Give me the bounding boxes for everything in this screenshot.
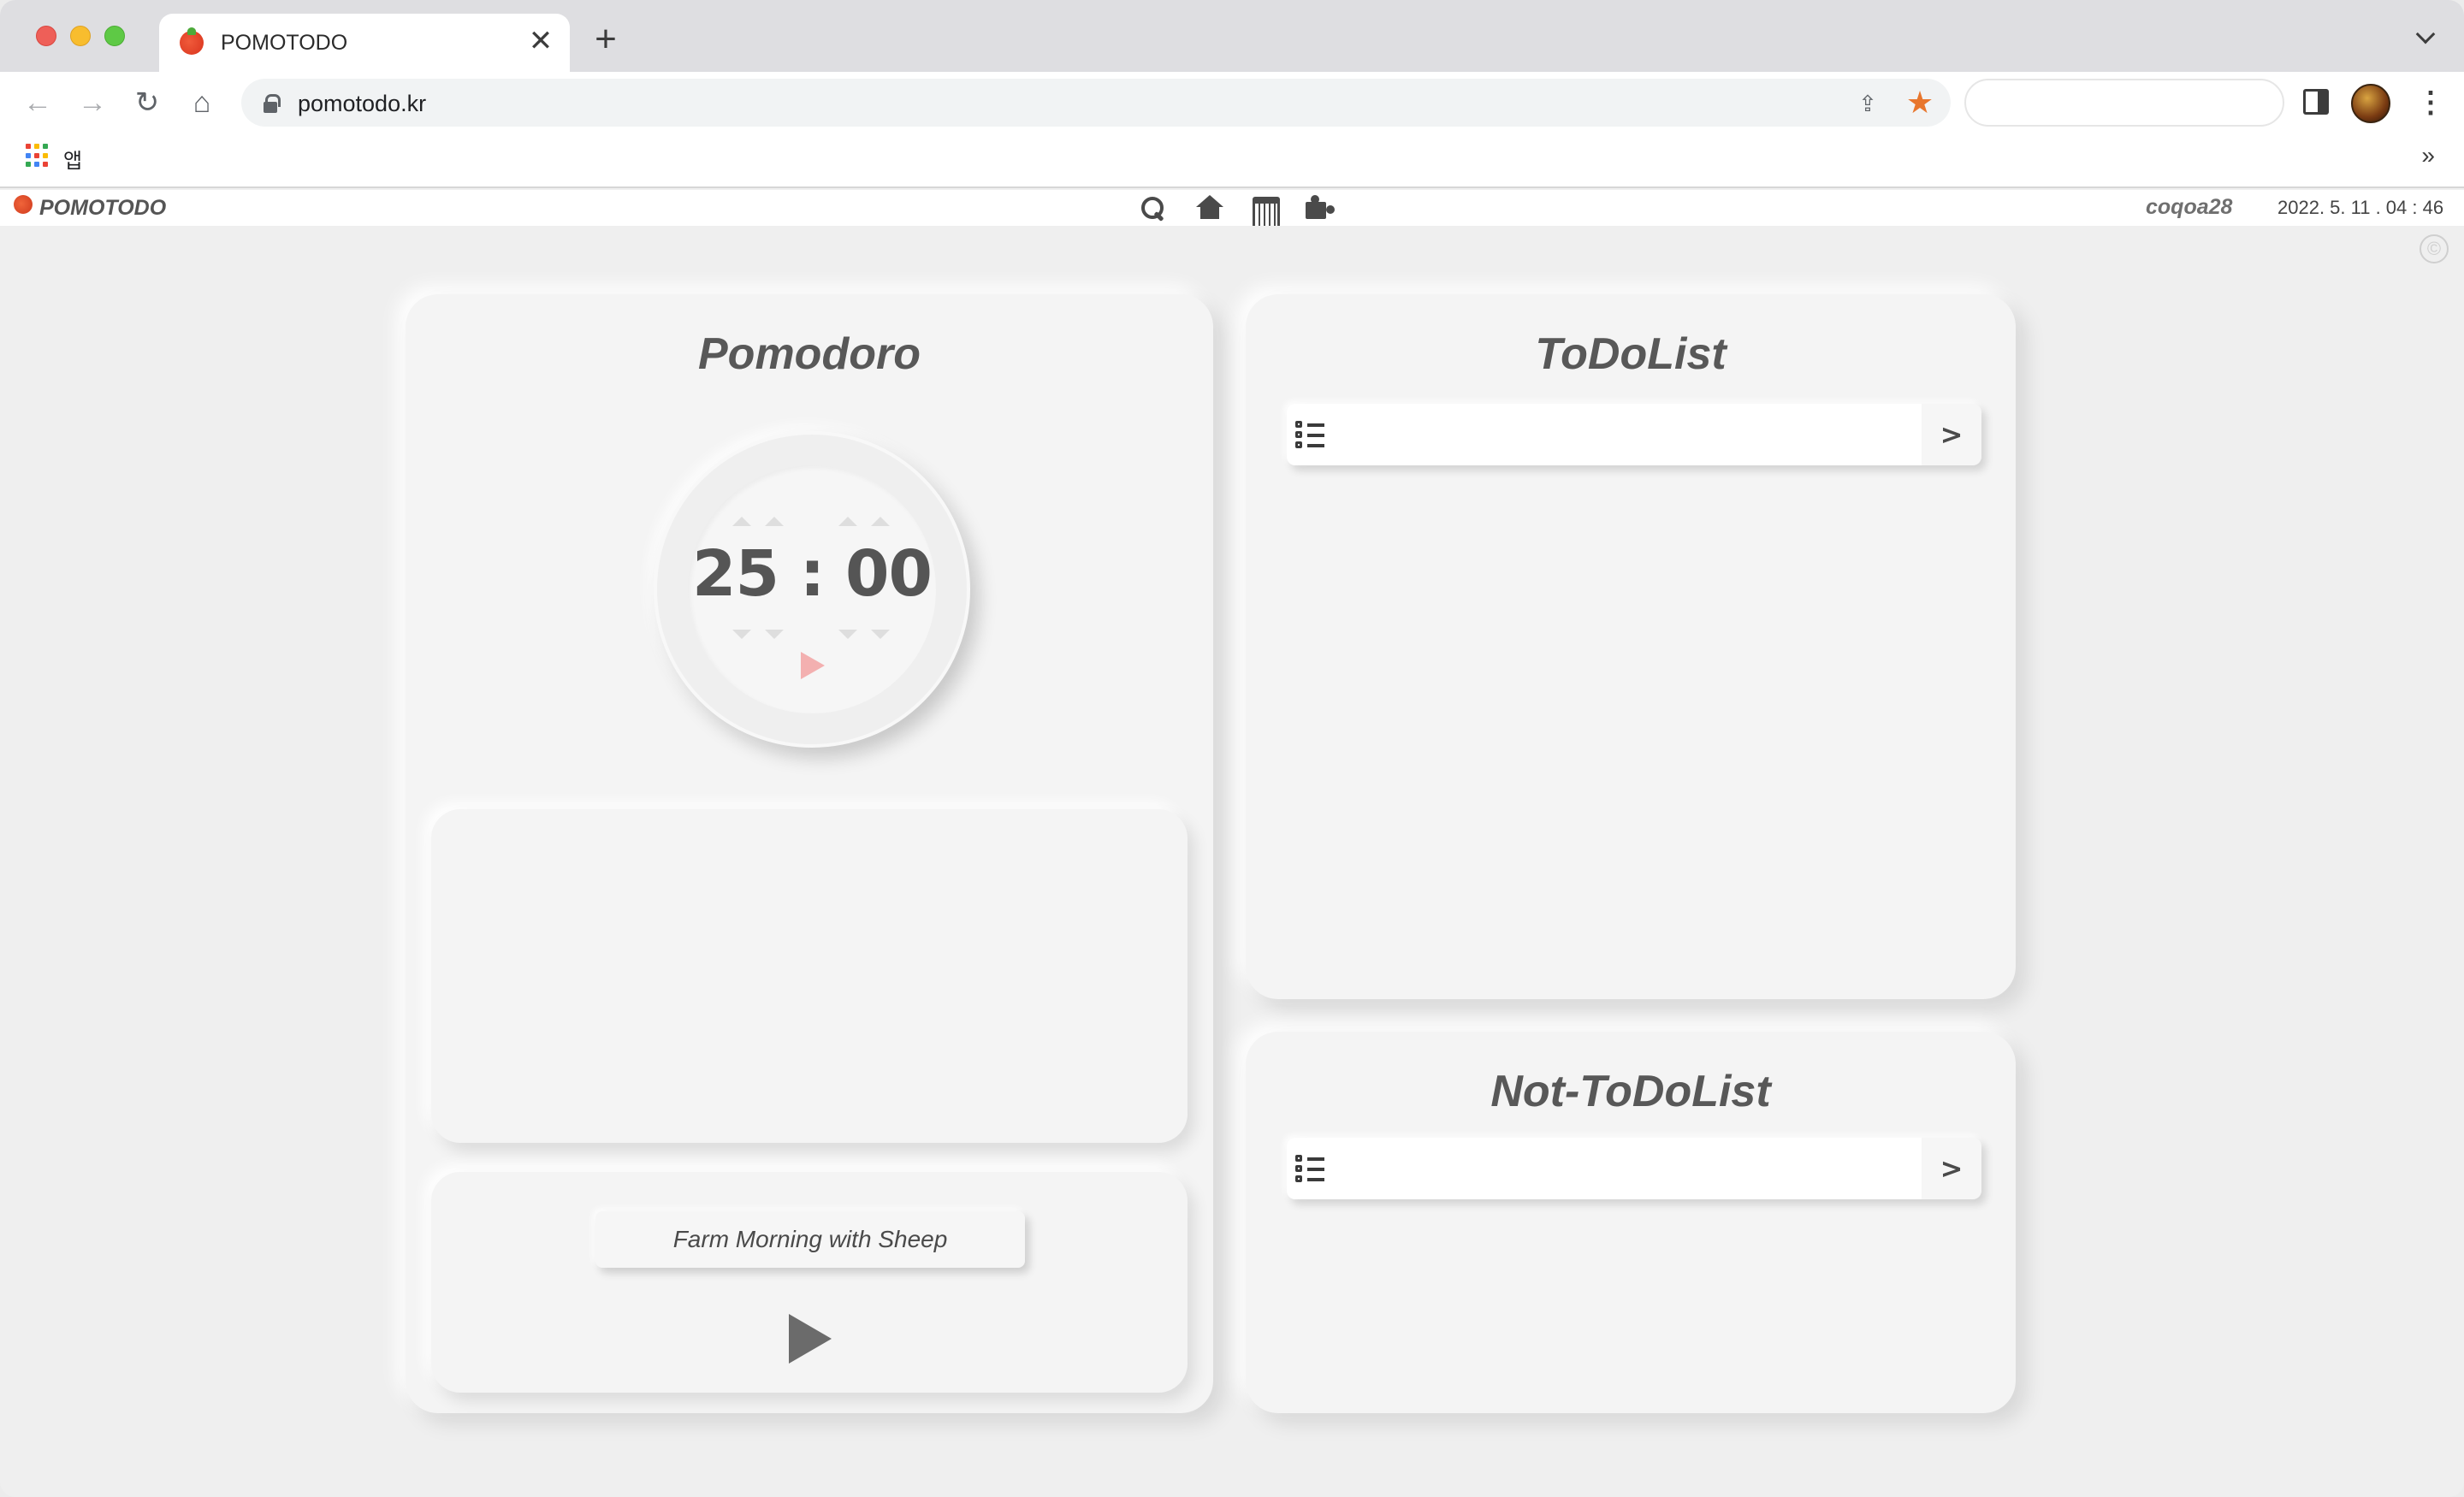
not-todo-card: Not-ToDoList > (1246, 1032, 2016, 1413)
minutes-tens-down-arrow-icon[interactable] (732, 630, 751, 639)
timer-face: 25 : 00 (688, 465, 936, 713)
puzzle-icon[interactable] (1302, 193, 1333, 222)
tomato-logo-icon (14, 195, 33, 214)
extension-search-field[interactable] (1964, 79, 2284, 127)
new-tab-button[interactable]: + (587, 21, 625, 58)
home-icon[interactable] (1193, 193, 1223, 222)
side-panel-icon[interactable] (2303, 89, 2329, 115)
minutes-ones-up-arrow-icon[interactable] (765, 517, 784, 526)
timer-play-icon[interactable] (801, 652, 825, 679)
seconds-tens-down-arrow-icon[interactable] (838, 630, 857, 639)
browser-window: POMOTODO ✕ + ← → ↻ ⌂ pomotodo.kr ⇪ ★ ⋮ 앱… (0, 0, 2464, 1497)
app-logo[interactable]: POMOTODO (14, 195, 166, 221)
apps-bookmark-label[interactable]: 앱 (63, 144, 82, 174)
todo-input-bar: > (1287, 404, 1981, 465)
music-play-icon[interactable] (789, 1314, 832, 1364)
not-todo-input-bar: > (1287, 1138, 1981, 1199)
pomodoro-title: Pomodoro (698, 329, 921, 379)
bookmarks-overflow-button[interactable]: » (2421, 142, 2435, 169)
list-icon (1295, 1155, 1326, 1184)
timer-display: 25 : 00 (691, 537, 933, 611)
timer-dial: 25 : 00 (654, 431, 970, 748)
seconds-ones-down-arrow-icon[interactable] (871, 630, 890, 639)
back-button[interactable]: ← (19, 84, 56, 121)
browser-home-button[interactable]: ⌂ (183, 84, 221, 121)
music-player: Farm Morning with Sheep (431, 1172, 1188, 1393)
apps-grid-icon[interactable] (26, 144, 50, 168)
logo-text: POMOTODO (39, 195, 167, 220)
pomodoro-card: Pomodoro 25 : 00 Farm Morning with Sheep (406, 294, 1213, 1413)
bookmark-star-icon[interactable]: ★ (1904, 87, 1935, 118)
browser-tab[interactable]: POMOTODO ✕ (159, 14, 570, 72)
tab-title: POMOTODO (221, 31, 348, 55)
copyright-icon[interactable]: © (2420, 234, 2449, 263)
forward-button[interactable]: → (74, 84, 111, 121)
app-main: © Pomodoro 25 : 00 Farm Morning with She… (0, 226, 2464, 1497)
todo-title: ToDoList (1535, 329, 1727, 379)
minutes-ones-down-arrow-icon[interactable] (765, 630, 784, 639)
search-icon[interactable] (1138, 193, 1169, 222)
tomato-favicon-icon (180, 27, 204, 55)
close-window-button[interactable] (36, 26, 56, 46)
minimize-window-button[interactable] (70, 26, 91, 46)
browser-toolbar: ← → ↻ ⌂ pomotodo.kr ⇪ ★ ⋮ (0, 72, 2464, 133)
minutes-tens-up-arrow-icon[interactable] (732, 517, 751, 526)
maximize-window-button[interactable] (104, 26, 125, 46)
tab-close-icon[interactable]: ✕ (525, 26, 556, 56)
calendar-icon[interactable] (1247, 193, 1280, 228)
seconds-tens-up-arrow-icon[interactable] (838, 517, 857, 526)
browser-menu-icon[interactable]: ⋮ (2416, 86, 2445, 120)
share-icon[interactable]: ⇪ (1855, 91, 1881, 116)
bookmarks-bar: 앱 » (0, 133, 2464, 188)
url-text[interactable]: pomotodo.kr (298, 91, 426, 117)
todo-card: ToDoList > (1246, 294, 2016, 999)
media-panel (431, 809, 1188, 1143)
lock-icon[interactable] (264, 94, 281, 113)
not-todo-input[interactable] (1287, 1138, 1922, 1199)
profile-avatar[interactable] (2351, 84, 2390, 123)
list-icon (1295, 421, 1326, 450)
todo-submit-button[interactable]: > (1922, 404, 1981, 465)
app-header: POMOTODO coqoa28 2022. 5. 11 . 04 : 46 (0, 190, 2464, 228)
seconds-ones-up-arrow-icon[interactable] (871, 517, 890, 526)
track-title[interactable]: Farm Morning with Sheep (595, 1211, 1025, 1268)
tab-strip: POMOTODO ✕ + (0, 0, 2464, 72)
tab-search-chevron-icon[interactable] (2416, 26, 2437, 46)
app-nav-icons (1138, 193, 1333, 228)
reload-button[interactable]: ↻ (128, 84, 166, 121)
todo-input[interactable] (1287, 404, 1922, 465)
username[interactable]: coqoa28 (2146, 195, 2232, 220)
address-bar[interactable]: pomotodo.kr ⇪ ★ (241, 79, 1951, 127)
current-datetime: 2022. 5. 11 . 04 : 46 (2277, 197, 2444, 218)
not-todo-submit-button[interactable]: > (1922, 1138, 1981, 1199)
not-todo-title: Not-ToDoList (1490, 1067, 1771, 1116)
